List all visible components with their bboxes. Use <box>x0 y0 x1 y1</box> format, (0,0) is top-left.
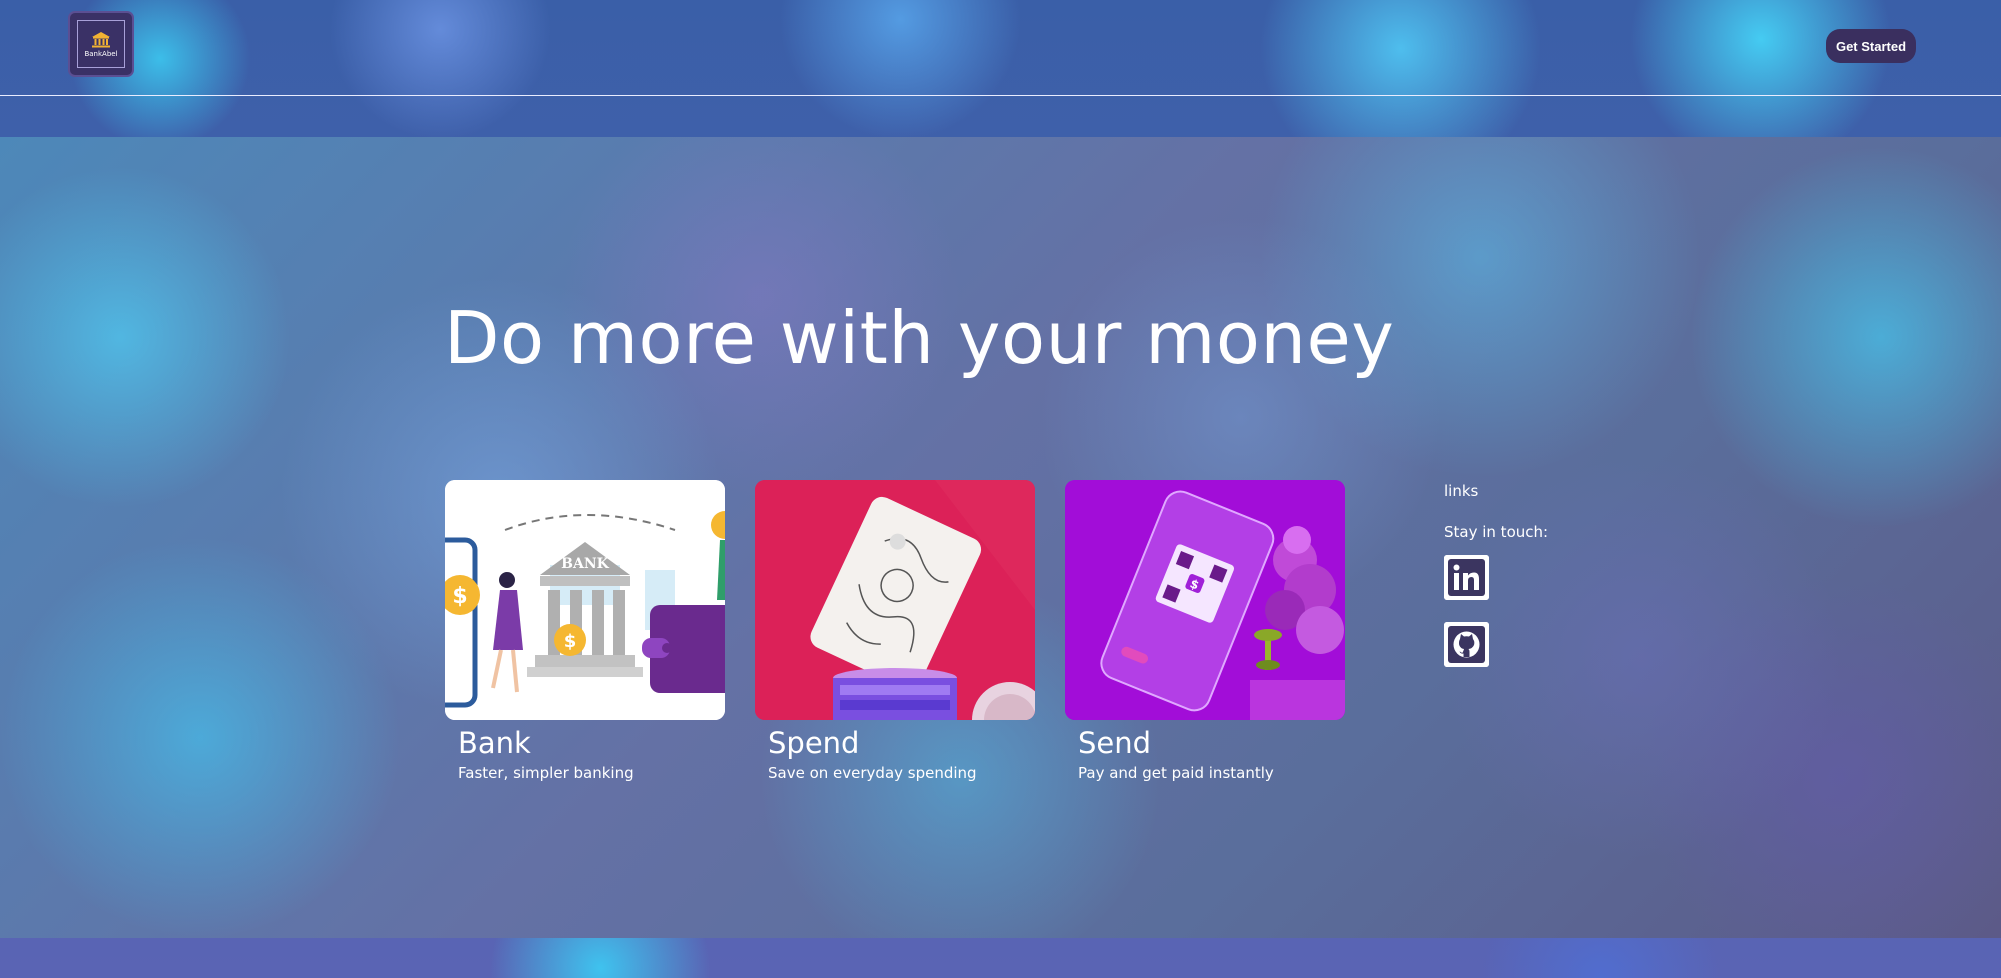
bank-illustration: BANK $ $ <box>445 480 725 720</box>
get-started-button[interactable]: Get Started <box>1826 29 1916 63</box>
github-icon <box>1444 622 1489 667</box>
feature-card-send[interactable]: $ Send Pay and get paid instantly <box>1065 480 1345 782</box>
card-title: Spend <box>768 726 860 760</box>
send-scene-graphic: $ <box>1065 480 1345 720</box>
github-link[interactable] <box>1444 622 1489 667</box>
svg-text:$: $ <box>452 584 467 609</box>
logo-frame: BankAbel <box>77 20 125 68</box>
linkedin-link[interactable] <box>1444 555 1489 600</box>
send-illustration: $ <box>1065 480 1345 720</box>
logo-text: BankAbel <box>84 49 118 58</box>
spend-scene-graphic <box>755 480 1035 720</box>
brand-logo[interactable]: BankAbel <box>68 11 134 77</box>
card-subtitle: Pay and get paid instantly <box>1078 764 1274 782</box>
header-divider <box>0 95 2001 96</box>
bank-scene-graphic: BANK $ $ <box>445 480 725 720</box>
svg-text:$: $ <box>564 631 577 652</box>
links-heading: links <box>1444 482 1479 500</box>
spend-illustration <box>755 480 1035 720</box>
card-subtitle: Faster, simpler banking <box>458 764 634 782</box>
feature-card-bank[interactable]: BANK $ $ Bank Faster, simpler banking <box>445 480 725 782</box>
bank-building-icon <box>92 31 110 47</box>
linkedin-icon <box>1444 555 1489 600</box>
card-title: Bank <box>458 726 531 760</box>
stay-in-touch-label: Stay in touch: <box>1444 523 1549 541</box>
card-subtitle: Save on everyday spending <box>768 764 977 782</box>
card-title: Send <box>1078 726 1152 760</box>
bank-sign-text: BANK <box>561 556 609 572</box>
feature-card-spend[interactable]: Spend Save on everyday spending <box>755 480 1035 782</box>
hero-headline: Do more with your money <box>444 296 1395 380</box>
